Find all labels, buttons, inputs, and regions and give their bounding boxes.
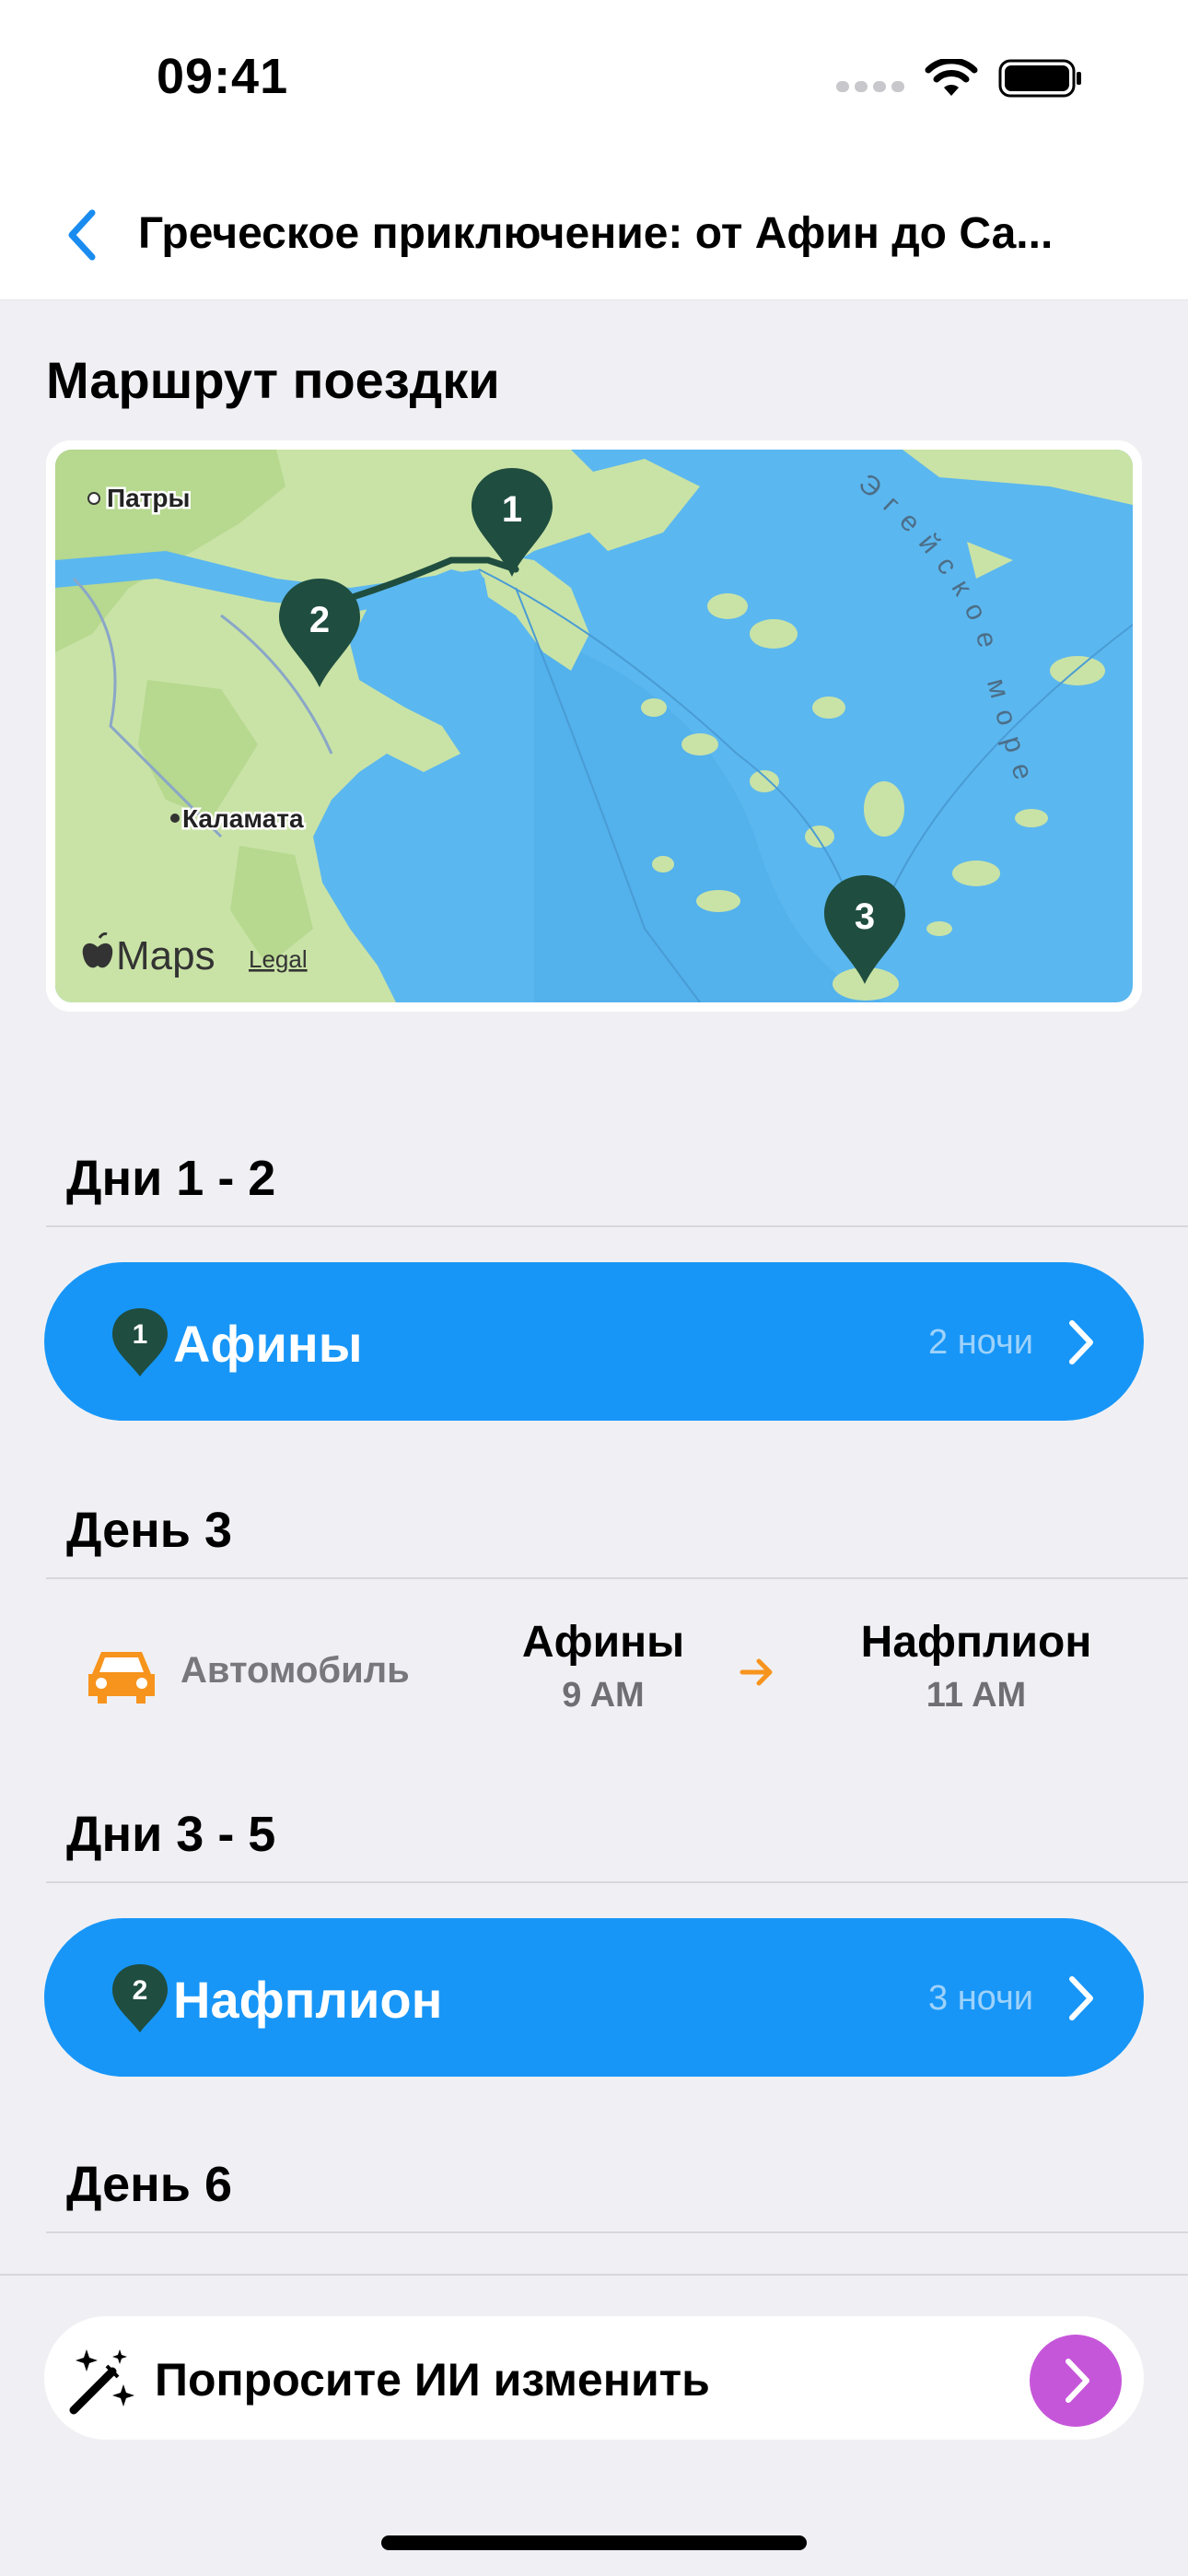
divider	[46, 1577, 1188, 1579]
cellular-signal-icon	[836, 81, 904, 92]
departure-time: 9 AM	[562, 1676, 645, 1715]
map-label-kalamata: Каламата	[182, 804, 304, 833]
battery-icon	[998, 59, 1081, 98]
wifi-icon	[925, 59, 978, 96]
status-icons	[836, 57, 1083, 100]
map-pin-label: 2	[309, 600, 330, 640]
transport-mode: Автомобиль	[181, 1650, 410, 1691]
city-name: Нафплион	[173, 1971, 443, 2029]
nights-count: 3 ночи	[928, 1979, 1033, 2018]
arrow-right-icon	[740, 1658, 773, 1686]
map-label-patras: Патры	[107, 484, 190, 512]
day-group-header: Дни 3 - 5	[66, 1807, 276, 1862]
city-name: Афины	[173, 1315, 363, 1373]
arrival-city: Нафплион	[860, 1618, 1092, 1667]
map-pin-label: 1	[502, 489, 522, 530]
city-stay-row-athens[interactable]: 1 Афины 2 ночи	[44, 1262, 1144, 1421]
map-canvas: Патры Каламата Эгейское море Maps Legal …	[55, 450, 1133, 1002]
departure-city: Афины	[521, 1618, 685, 1667]
chevron-right-icon	[1066, 2359, 1089, 2403]
route-map[interactable]: Патры Каламата Эгейское море Maps Legal …	[55, 450, 1133, 1002]
page-title: Греческое приключение: от Афин до Са...	[138, 209, 1054, 258]
home-indicator[interactable]	[381, 2535, 807, 2550]
status-time: 09:41	[157, 49, 289, 104]
city-stay-row-nafplio[interactable]: 2 Нафплион 3 ночи	[44, 1918, 1144, 2077]
day-group-header: День 6	[66, 2157, 233, 2212]
maps-brand-label: Maps	[116, 933, 215, 978]
bottom-divider	[0, 2274, 1188, 2276]
chevron-right-icon	[1069, 1976, 1093, 2020]
nights-count: 2 ночи	[928, 1323, 1033, 1362]
divider	[46, 2231, 1188, 2233]
map-pin-icon: 2	[112, 1964, 168, 2032]
route-map-card[interactable]: Патры Каламата Эгейское море Maps Legal …	[46, 440, 1142, 1012]
navigation-bar: Греческое приключение: от Афин до Са...	[0, 166, 1188, 300]
pin-number: 2	[133, 1975, 148, 2006]
map-pin-icon: 1	[112, 1308, 168, 1376]
ask-ai-submit-button[interactable]	[1030, 2335, 1122, 2427]
magic-wand-icon	[69, 2349, 134, 2415]
map-legal-link[interactable]: Legal	[249, 945, 308, 973]
map-pin-label: 3	[855, 896, 875, 937]
day-group-header: Дни 1 - 2	[66, 1151, 276, 1206]
status-bar: 09:41	[0, 0, 1188, 166]
car-icon	[88, 1652, 155, 1704]
divider	[46, 1225, 1188, 1227]
back-button[interactable]	[53, 203, 109, 267]
route-section-title: Маршрут поездки	[46, 351, 500, 409]
chevron-right-icon	[1069, 1320, 1093, 1364]
arrival-time: 11 AM	[926, 1676, 1027, 1715]
chevron-left-icon	[68, 209, 96, 261]
ask-ai-label: Попросите ИИ изменить	[155, 2354, 710, 2406]
transport-row[interactable]: Автомобиль Афины 9 AM Нафплион 11 AM	[46, 1598, 1142, 1746]
ask-ai-bar[interactable]: Попросите ИИ изменить	[44, 2316, 1144, 2440]
pin-number: 1	[133, 1319, 148, 1350]
divider	[46, 1881, 1188, 1883]
day-group-header: День 3	[66, 1503, 233, 1558]
